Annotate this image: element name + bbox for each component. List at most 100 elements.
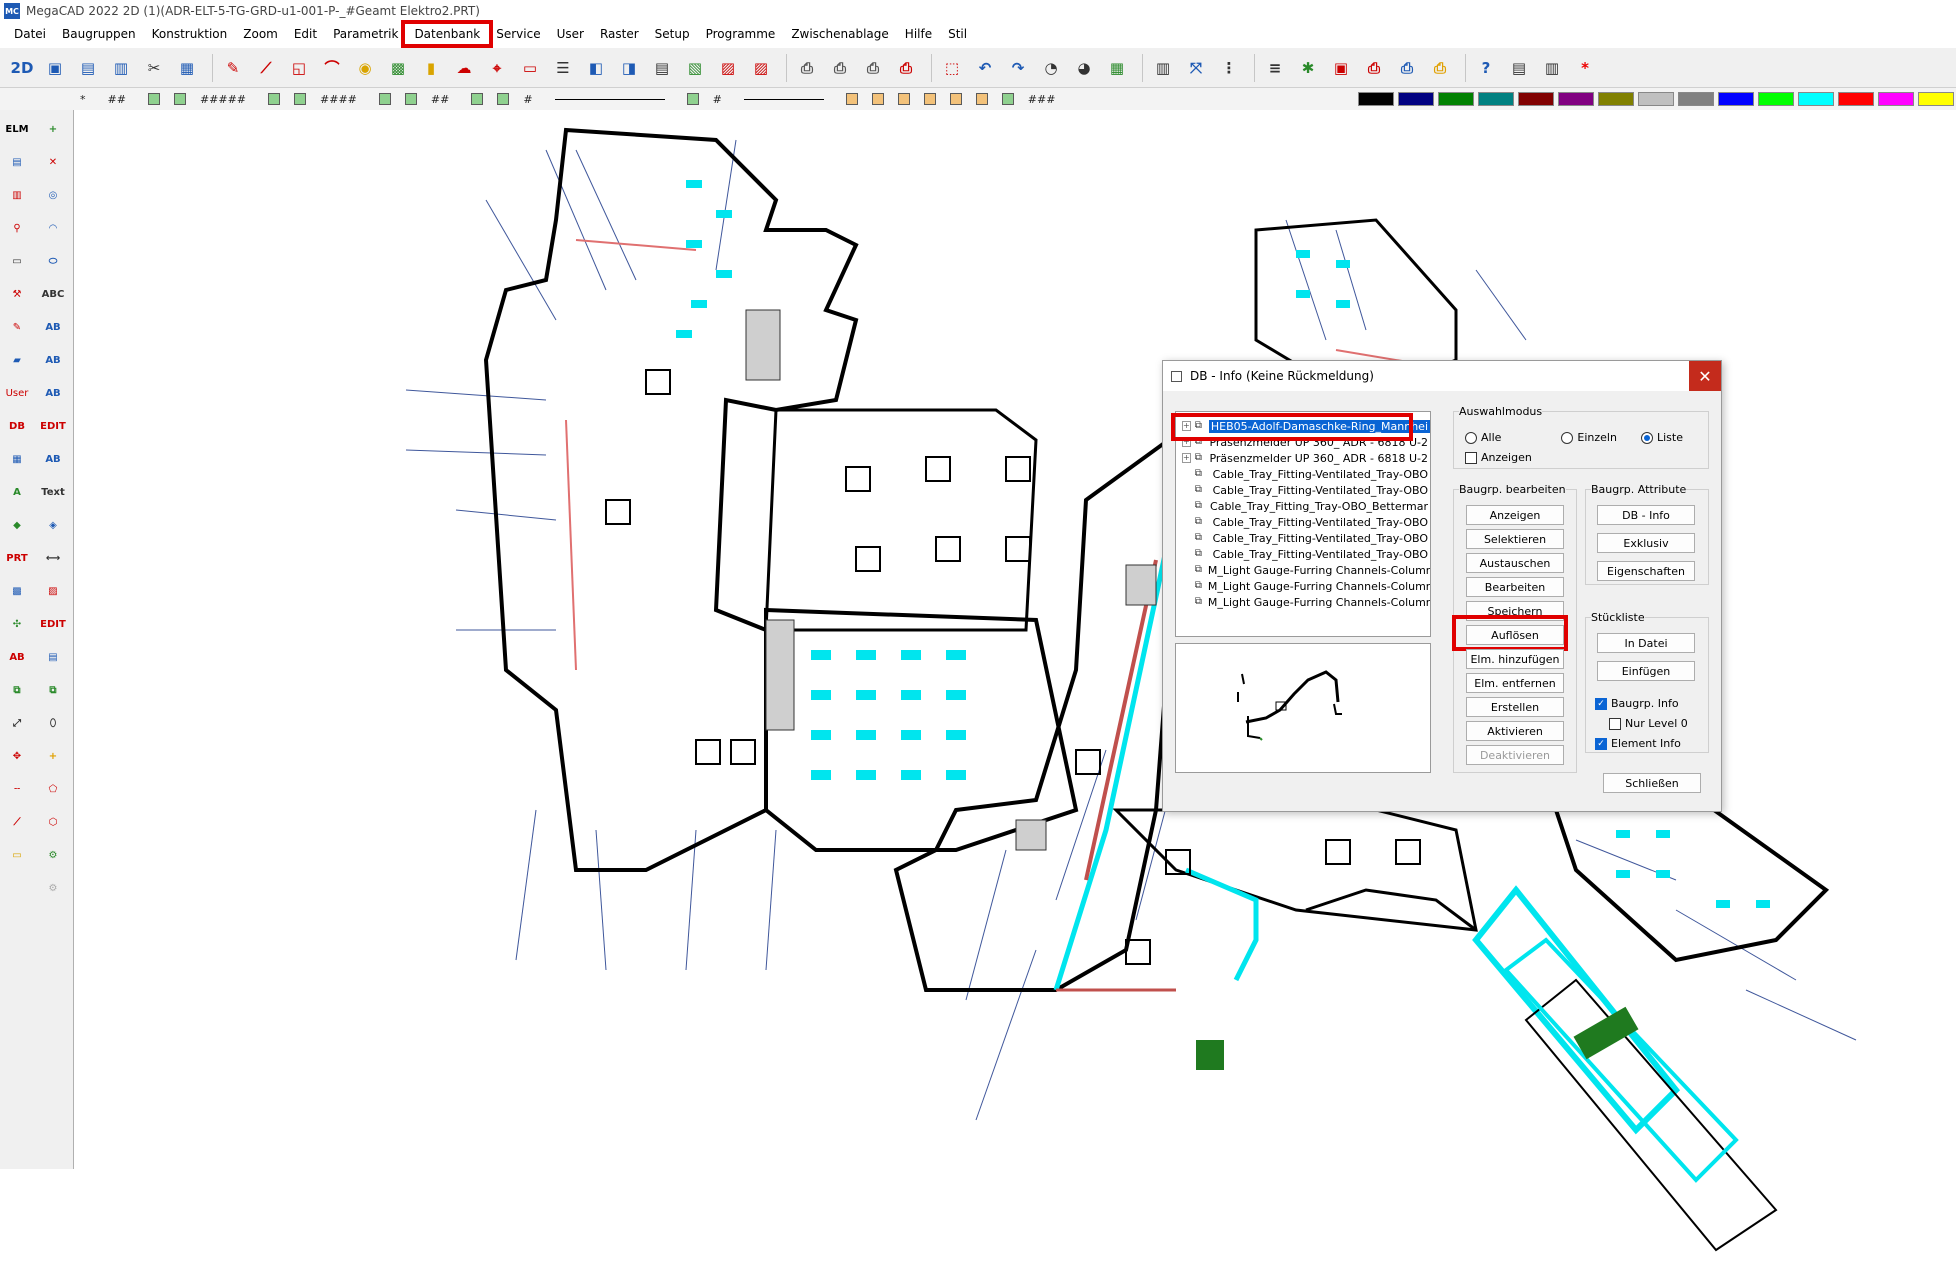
layer-lock-icon[interactable] (147, 93, 160, 105)
radio-alle[interactable]: Alle (1465, 431, 1501, 444)
asterisk-field[interactable]: * (80, 93, 86, 106)
report-icon[interactable]: ▥ (1538, 54, 1566, 82)
odbc-icon[interactable]: DB (2, 411, 32, 441)
plus-icon[interactable]: + (38, 114, 68, 144)
print-blue-icon[interactable]: ⎙ (1393, 54, 1421, 82)
tree-item[interactable]: + ⧉ M_Light Gauge-Furring Channels-Colum… (1176, 562, 1430, 578)
zoom-all-icon[interactable] (923, 93, 936, 105)
asterisk-icon[interactable]: * (1571, 54, 1599, 82)
chart-icon[interactable]: ▥ (1149, 54, 1177, 82)
shape-icon[interactable]: ⬯ (38, 708, 68, 738)
new-file-icon[interactable]: ▣ (41, 54, 69, 82)
eraser-icon[interactable]: ▰ (2, 345, 32, 375)
baugruppen-tree[interactable]: + ⧉ HEB05-Adolf-Damaschke-Ring_Mannhei +… (1175, 411, 1431, 637)
arc-tool-icon[interactable]: ◠ (38, 213, 68, 243)
zoom-out-icon[interactable] (897, 93, 910, 105)
line-icon[interactable]: ⟋ (252, 54, 280, 82)
2d-3d-icon[interactable]: 2D (8, 54, 36, 82)
menu-datenbank[interactable]: Datenbank (401, 20, 494, 48)
linewidth-field[interactable]: # (713, 93, 722, 106)
arc-icon[interactable]: ⌒ (318, 54, 346, 82)
edit-icon[interactable]: EDIT (38, 609, 68, 639)
layer-stack-icon[interactable]: ◈ (38, 510, 68, 540)
tree-item[interactable]: + ⧉ Präsenzmelder UP 360_ ADR - 6818 U-2 (1176, 450, 1430, 466)
color-swatch[interactable] (1878, 92, 1914, 106)
color-swatch[interactable] (1438, 92, 1474, 106)
menu-programme[interactable]: Programme (698, 25, 784, 43)
tree-item[interactable]: + ⧉ M_Light Gauge-Furring Channels-Colum… (1176, 578, 1430, 594)
menu-zwischenablage[interactable]: Zwischenablage (783, 25, 896, 43)
grid-icon[interactable]: ◨ (615, 54, 643, 82)
pdf-export-icon[interactable]: ▨ (747, 54, 775, 82)
eigenschaften-button[interactable]: Eigenschaften (1597, 561, 1695, 581)
menu-stil[interactable]: Stil (940, 25, 975, 43)
color-swatch[interactable] (1478, 92, 1514, 106)
cross-icon[interactable]: ✕ (38, 147, 68, 177)
color-swatch[interactable] (1558, 92, 1594, 106)
selektieren-button[interactable]: Selektieren (1466, 529, 1564, 549)
scale-icon[interactable]: ⤢ (2, 708, 32, 738)
color-swatch[interactable] (1638, 92, 1674, 106)
open-prt-icon[interactable]: ▤ (74, 54, 102, 82)
documents-icon[interactable]: ▤ (1505, 54, 1533, 82)
monitor-icon[interactable]: ▭ (2, 246, 32, 276)
acd-plot-icon[interactable]: ▣ (1327, 54, 1355, 82)
color-field[interactable]: ### (1028, 93, 1056, 106)
tree-item[interactable]: + ⧉ Cable_Tray_Fitting_Tray-OBO_Betterma… (1176, 498, 1430, 514)
text-move-icon[interactable]: AB (38, 444, 68, 474)
checkbox[interactable]: ✓ (1595, 697, 1607, 710)
pencil-icon[interactable]: ✎ (219, 54, 247, 82)
edit-timer-icon[interactable]: ◔ (1037, 54, 1065, 82)
text-edit-icon[interactable]: EDIT (38, 411, 68, 441)
elm-entfernen-button[interactable]: Elm. entfernen (1466, 673, 1564, 693)
close-icon[interactable]: ✕ (1689, 361, 1721, 391)
menu-konstruktion[interactable]: Konstruktion (144, 25, 236, 43)
tree-item[interactable]: + ⧉ Cable_Tray_Fitting-Ventilated_Tray-O… (1176, 482, 1430, 498)
layer-visible-icon[interactable] (173, 93, 186, 105)
austauschen-button[interactable]: Austauschen (1466, 553, 1564, 573)
text-tool-icon[interactable]: Text (38, 477, 68, 507)
zoom-icon[interactable] (845, 93, 858, 105)
checkbox[interactable] (1609, 717, 1621, 730)
menu-user[interactable]: User (549, 25, 592, 43)
aktivieren-button[interactable]: Aktivieren (1466, 721, 1564, 741)
schliessen-button[interactable]: Schließen (1603, 773, 1701, 793)
exklusiv-button[interactable]: Exklusiv (1597, 533, 1695, 553)
print-preview-icon[interactable]: ⎙ (793, 54, 821, 82)
bearbeiten-button[interactable]: Bearbeiten (1466, 577, 1564, 597)
cloud-icon[interactable]: ☁ (450, 54, 478, 82)
image-icon[interactable]: ▩ (384, 54, 412, 82)
menu-setup[interactable]: Setup (647, 25, 698, 43)
tree-item[interactable]: + ⧉ Cable_Tray_Fitting-Ventilated_Tray-O… (1176, 530, 1430, 546)
hac-icon[interactable]: ▤ (648, 54, 676, 82)
layout-icon[interactable]: ◧ (582, 54, 610, 82)
move-icon[interactable]: ✥ (2, 741, 32, 771)
save-icon[interactable]: ▥ (107, 54, 135, 82)
crosshair-icon[interactable]: ⌖ (483, 54, 511, 82)
color-swatch[interactable] (1718, 92, 1754, 106)
dxf-icon[interactable]: ▦ (173, 54, 201, 82)
zoom-window-icon[interactable] (949, 93, 962, 105)
radio-einzeln[interactable]: Einzeln (1561, 431, 1617, 444)
menu-baugruppen[interactable]: Baugruppen (54, 25, 144, 43)
folder-icon[interactable]: ▭ (2, 840, 32, 870)
color-swatch[interactable] (1518, 92, 1554, 106)
anzeigen-checkbox[interactable]: Anzeigen (1465, 451, 1532, 464)
menu-datei[interactable]: Datei (6, 25, 54, 43)
color-swatch[interactable] (1918, 92, 1954, 106)
snap-icon[interactable]: ⤧ (1182, 54, 1210, 82)
dimension-icon[interactable]: ⟷ (38, 543, 68, 573)
redo-icon[interactable]: ↷ (1004, 54, 1032, 82)
text-abc-icon[interactable]: ABC (38, 279, 68, 309)
menu-parametrik[interactable]: Parametrik (325, 25, 406, 43)
picture-icon[interactable]: ▩ (2, 576, 32, 606)
layers-icon[interactable]: ≡ (1261, 54, 1289, 82)
color-swatch[interactable] (1838, 92, 1874, 106)
in-datei-button[interactable]: In Datei (1597, 633, 1695, 653)
pen-field[interactable]: ## (431, 93, 449, 106)
color-swatch[interactable] (1798, 92, 1834, 106)
baugrp-info-checkbox[interactable]: ✓ Baugrp. Info (1595, 697, 1679, 710)
pen-icon[interactable]: ▮ (417, 54, 445, 82)
list-icon[interactable]: ☰ (549, 54, 577, 82)
radio-button[interactable] (1465, 431, 1477, 444)
